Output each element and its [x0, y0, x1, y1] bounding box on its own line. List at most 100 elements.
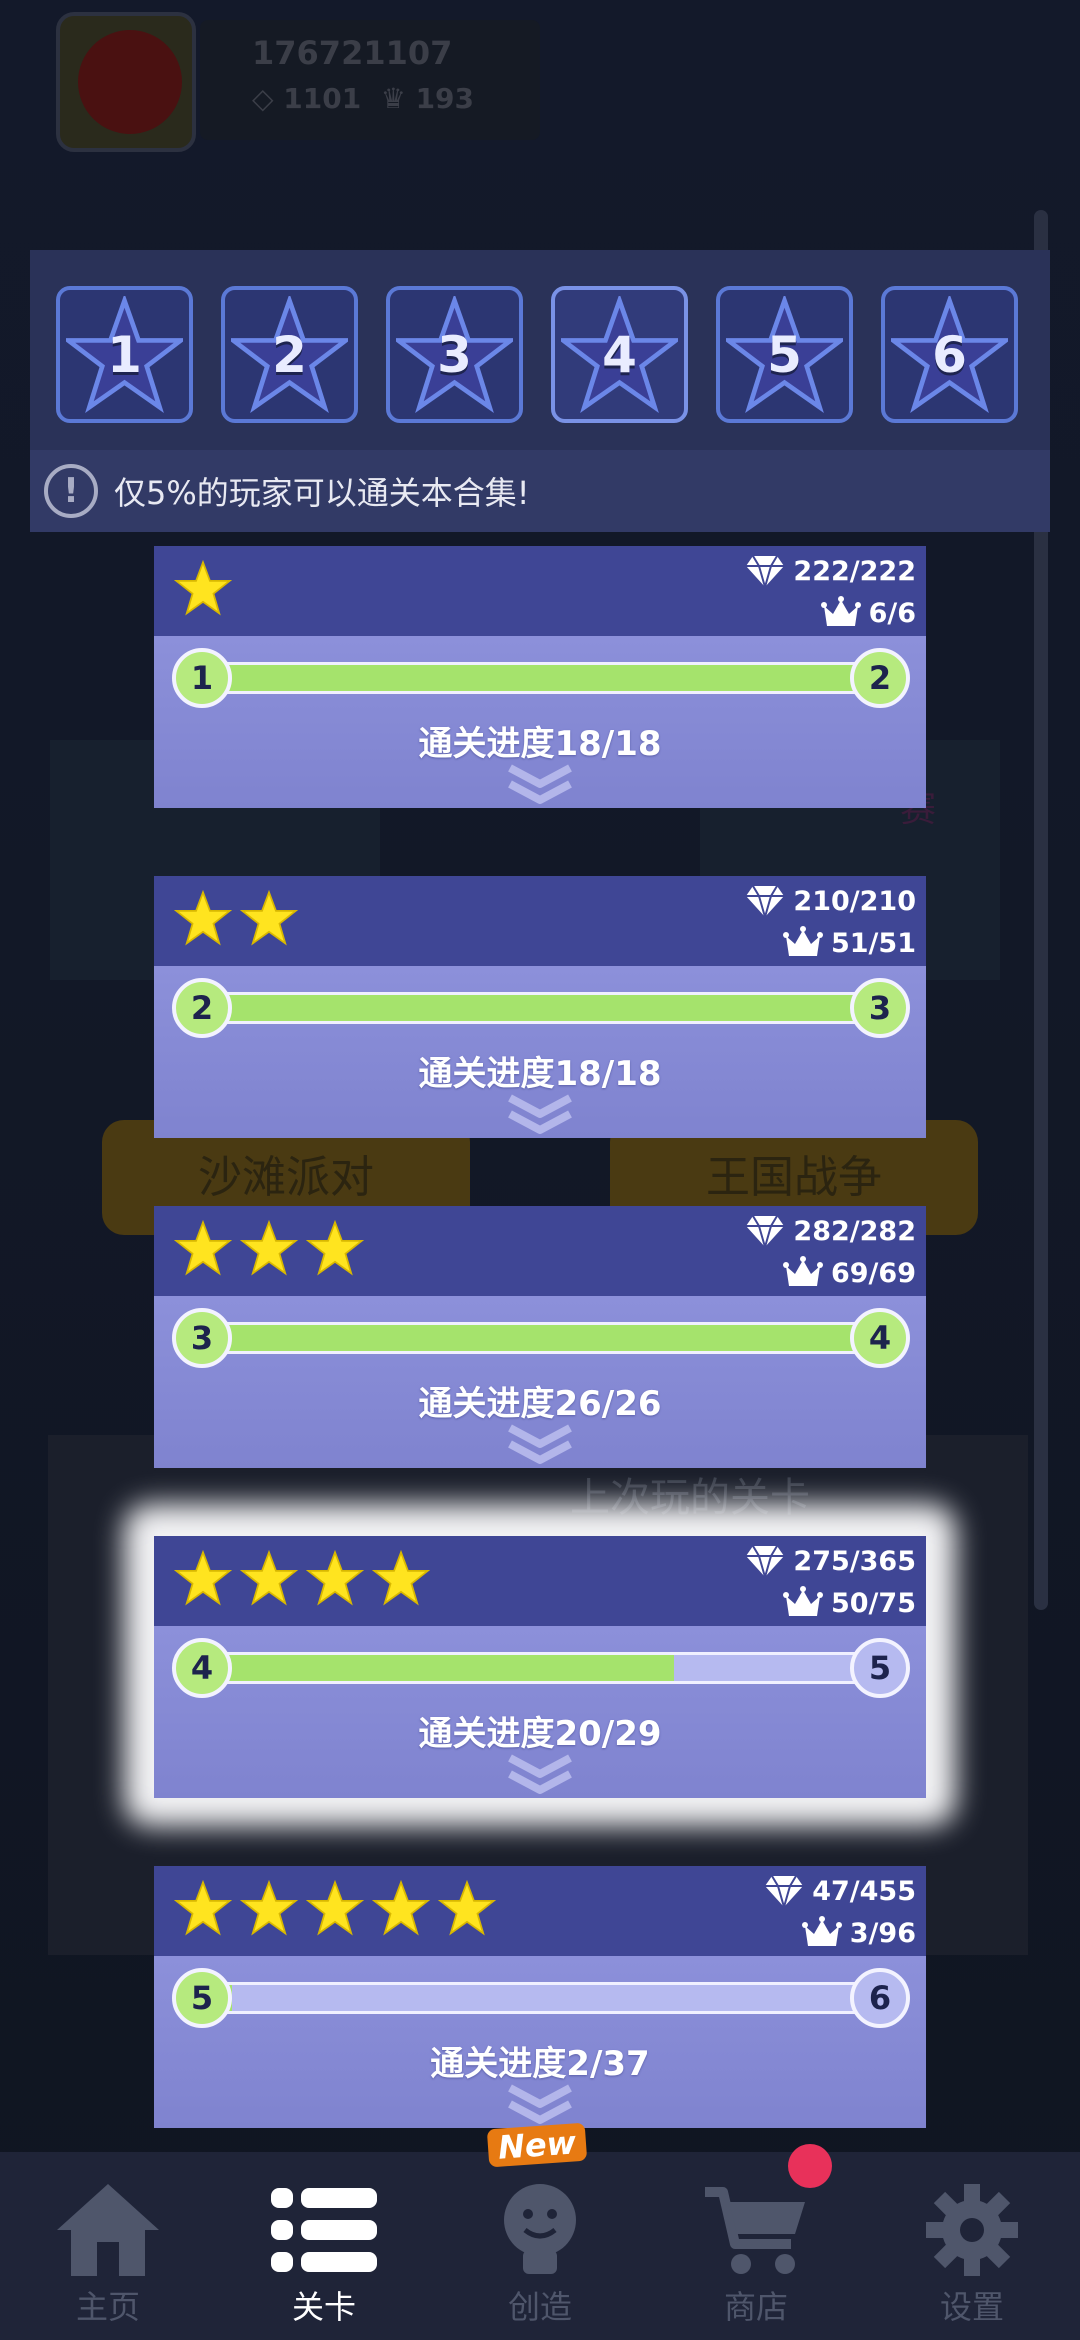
progress-bar: [192, 662, 892, 694]
card-body: 1 2 通关进度18/18: [154, 636, 926, 808]
star-rating: [174, 890, 298, 948]
progress-bar: [192, 1652, 892, 1684]
progress-text: 通关进度18/18: [418, 1054, 662, 1094]
progress-fill: [195, 1325, 889, 1351]
progress-fill: [195, 1655, 674, 1681]
nav-home[interactable]: 主页: [0, 2152, 216, 2340]
star-rating: [174, 1880, 496, 1938]
expand-chevron-icon[interactable]: [504, 762, 576, 804]
nav-shop[interactable]: 商店: [648, 2152, 864, 2340]
level-card-1[interactable]: 222/222 6/6 1 2 通关进度18/18: [154, 546, 926, 808]
progress-text: 通关进度2/37: [430, 2044, 650, 2084]
difficulty-selector-panel: 1 2 3 4 5 6 ! 仅5%的玩家可以通关本合集!: [30, 250, 1050, 532]
info-icon: !: [44, 464, 98, 518]
crowns-stat: 51/51: [782, 926, 916, 960]
new-badge: New: [486, 2122, 588, 2168]
expand-chevron-icon[interactable]: [504, 1752, 576, 1794]
nav-label: 主页: [75, 2288, 140, 2326]
profile-avatar: [56, 12, 196, 152]
crowns-count: 69/69: [830, 1257, 916, 1289]
crowns-stat: 50/75: [782, 1586, 916, 1620]
star-tab-4[interactable]: 4: [551, 286, 688, 423]
star-icon: [306, 1550, 364, 1606]
crowns-stat: 69/69: [782, 1256, 916, 1290]
notification-dot: [788, 2144, 832, 2188]
card-header: 210/210 51/51: [154, 876, 926, 966]
nav-settings[interactable]: 设置: [864, 2152, 1080, 2340]
expand-chevron-icon[interactable]: [504, 1422, 576, 1464]
star-icon: [174, 1220, 232, 1276]
progress-text: 通关进度26/26: [418, 1384, 662, 1424]
star-tab-1[interactable]: 1: [56, 286, 193, 423]
crown-icon: [782, 926, 823, 956]
star-icon: [240, 1880, 298, 1936]
progress-track: 1 2: [172, 648, 910, 708]
level-card-5[interactable]: 47/455 3/96 5 6 通关进度2/37: [154, 1866, 926, 2128]
card-body: 4 5 通关进度20/29: [154, 1626, 926, 1798]
star-tab-6[interactable]: 6: [881, 286, 1018, 423]
expand-chevron-icon[interactable]: [504, 2082, 576, 2124]
card-header: 222/222 6/6: [154, 546, 926, 636]
progress-fill: [195, 665, 889, 691]
user-id: 176721107: [252, 34, 453, 72]
star-icon: [306, 1880, 364, 1936]
level-card-4[interactable]: 275/365 50/75 4 5 通关进度20/29: [154, 1536, 926, 1798]
card-header: 275/365 50/75: [154, 1536, 926, 1626]
card-header: 282/282 69/69: [154, 1206, 926, 1296]
star-tab-2[interactable]: 2: [221, 286, 358, 423]
star-tab-number: 2: [272, 325, 307, 384]
star-icon: [174, 560, 232, 616]
card-body: 3 4 通关进度26/26: [154, 1296, 926, 1468]
progress-start-node: 3: [172, 1308, 232, 1368]
star-tab-row: 1 2 3 4 5 6: [56, 286, 1018, 423]
star-tab-number: 4: [602, 325, 637, 384]
progress-end-node: 5: [850, 1638, 910, 1698]
cart-icon: [705, 2187, 805, 2274]
progress-fill: [195, 995, 889, 1021]
progress-start-node: 1: [172, 648, 232, 708]
star-icon: [174, 890, 232, 946]
star-tab-5[interactable]: 5: [716, 286, 853, 423]
crowns-count: 51/51: [830, 927, 916, 959]
progress-track: 2 3: [172, 978, 910, 1038]
diamond-icon: [765, 1875, 804, 1908]
star-icon: [240, 1550, 298, 1606]
diamond-icon: [746, 1545, 785, 1578]
bottom-nav: 主页 关卡 创造 商店 设置: [0, 2152, 1080, 2340]
progress-start-node: 2: [172, 978, 232, 1038]
nav-label: 关卡: [291, 2288, 356, 2326]
crowns-count: 50/75: [830, 1587, 916, 1619]
gems-stat: 282/282: [745, 1214, 916, 1248]
crown-icon: [782, 1586, 823, 1616]
nav-label: 设置: [939, 2288, 1004, 2326]
star-tab-number: 1: [107, 325, 142, 384]
progress-track: 5 6: [172, 1968, 910, 2028]
progress-bar: [192, 992, 892, 1024]
crown-icon: [820, 596, 861, 626]
gems-count: 275/365: [793, 1545, 916, 1577]
card-body: 5 6 通关进度2/37: [154, 1956, 926, 2128]
star-rating: [174, 1220, 364, 1278]
star-icon: [174, 1550, 232, 1606]
star-tab-number: 6: [932, 325, 967, 384]
crowns-stat: 6/6: [820, 596, 916, 630]
star-icon: [372, 1550, 430, 1606]
level-card-2[interactable]: 210/210 51/51 2 3 通关进度18/18: [154, 876, 926, 1138]
star-tab-3[interactable]: 3: [386, 286, 523, 423]
progress-end-node: 6: [850, 1968, 910, 2028]
diamond-icon: [746, 885, 785, 918]
crown-icon: [801, 1916, 842, 1946]
diamond-icon: [746, 555, 785, 588]
nav-create[interactable]: 创造: [432, 2152, 648, 2340]
level-card-3[interactable]: 282/282 69/69 3 4 通关进度26/26: [154, 1206, 926, 1468]
progress-start-node: 4: [172, 1638, 232, 1698]
progress-bar: [192, 1982, 892, 2014]
gems-stat: 222/222: [745, 554, 916, 588]
expand-chevron-icon[interactable]: [504, 1092, 576, 1134]
card-header: 47/455 3/96: [154, 1866, 926, 1956]
gear-icon: [926, 2184, 1018, 2276]
crowns-count: 6/6: [868, 597, 916, 629]
nav-levels[interactable]: 关卡: [216, 2152, 432, 2340]
progress-track: 4 5: [172, 1638, 910, 1698]
notice-bar: ! 仅5%的玩家可以通关本合集!: [30, 450, 1050, 532]
